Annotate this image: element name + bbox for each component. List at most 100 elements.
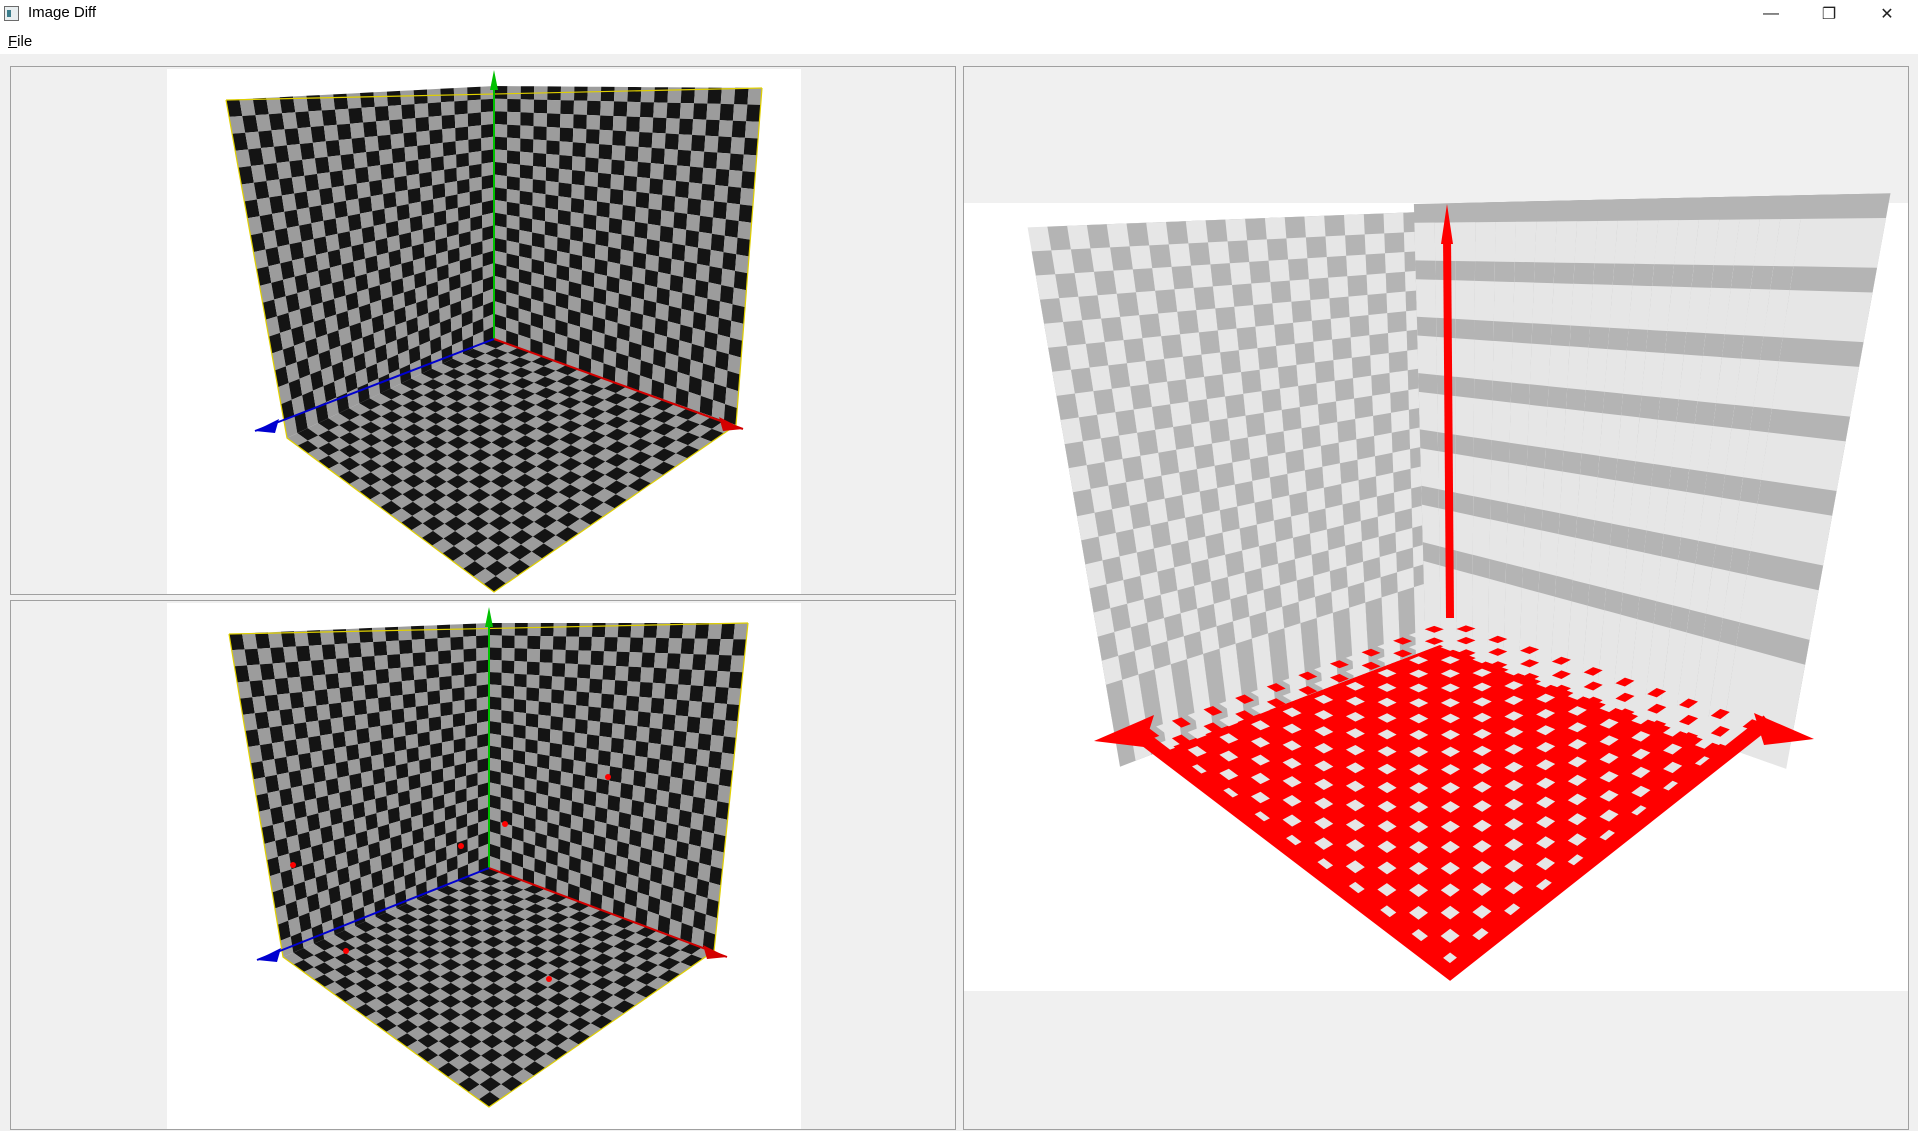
checker-tile xyxy=(506,163,520,178)
checker-tile xyxy=(513,724,526,739)
checker-tile xyxy=(566,623,580,637)
checker-tile xyxy=(349,228,364,247)
checker-tile xyxy=(727,186,742,205)
checker-tile xyxy=(717,655,732,672)
minimize-button[interactable]: — xyxy=(1742,0,1800,28)
checker-tile xyxy=(327,792,342,811)
checker-tile xyxy=(740,187,755,206)
checker-tile xyxy=(336,123,352,140)
checker-tile xyxy=(387,654,401,669)
checker-tile xyxy=(646,238,660,257)
checker-tile xyxy=(716,671,731,688)
checker-tile xyxy=(363,121,378,138)
checker-tile xyxy=(443,154,457,170)
checker-tile xyxy=(730,137,745,155)
checker-tile xyxy=(706,638,721,655)
checker-tile xyxy=(638,132,653,148)
checker-tile xyxy=(598,144,613,160)
checker-tile xyxy=(500,760,513,775)
close-button[interactable]: ✕ xyxy=(1858,0,1916,28)
checker-tile xyxy=(691,796,706,815)
image-b-view[interactable] xyxy=(10,600,956,1130)
checker-tile xyxy=(507,86,521,100)
checker-tile xyxy=(707,623,723,639)
checker-tile xyxy=(283,646,298,663)
checker-tile xyxy=(467,86,481,101)
checker-tile xyxy=(265,774,280,793)
checker-tile xyxy=(279,708,294,726)
checker-tile xyxy=(628,652,643,668)
checker-tile xyxy=(709,249,724,269)
checker-tile xyxy=(525,751,538,767)
checker-tile xyxy=(335,216,350,234)
checker-tile xyxy=(489,635,502,648)
checker-tile xyxy=(264,694,280,712)
checker-tile xyxy=(257,727,272,746)
checker-tile xyxy=(291,707,307,724)
checker-tile xyxy=(254,711,270,730)
checker-tile xyxy=(624,710,639,727)
checker-tile xyxy=(597,187,611,204)
checker-tile xyxy=(652,667,667,684)
checker-tile xyxy=(701,686,716,703)
checker-tile xyxy=(627,666,642,682)
checker-tile xyxy=(442,141,457,157)
checker-tile xyxy=(669,623,684,639)
checker-tile xyxy=(294,722,309,740)
checker-tile xyxy=(582,242,596,259)
checker-tile xyxy=(450,624,464,638)
checker-tile xyxy=(705,119,720,137)
checker-tile xyxy=(666,807,680,826)
checker-tile xyxy=(666,102,681,119)
checker-tile xyxy=(416,130,431,146)
checker-tile xyxy=(361,106,377,123)
checker-tile xyxy=(301,239,316,258)
checker-tile xyxy=(598,158,612,175)
checker-tile xyxy=(290,785,305,804)
checker-tile xyxy=(743,137,759,156)
checker-tile xyxy=(513,711,527,726)
checker-tile xyxy=(501,647,515,661)
checker-tile xyxy=(651,682,666,699)
checker-tile xyxy=(585,748,599,765)
checker-tile xyxy=(400,666,415,682)
checker-tile xyxy=(262,679,278,696)
checker-tile xyxy=(291,175,307,194)
checker-tile xyxy=(433,196,446,213)
checker-tile xyxy=(390,133,405,149)
checker-tile xyxy=(532,205,546,222)
checker-tile xyxy=(564,663,578,678)
checker-tile xyxy=(269,195,285,214)
checker-tile xyxy=(649,178,664,195)
checker-tile xyxy=(688,182,703,200)
checker-tile xyxy=(730,320,744,341)
checker-tile xyxy=(525,738,538,754)
checker-tile xyxy=(411,639,426,654)
checker-tile xyxy=(706,298,720,318)
checker-tile xyxy=(494,149,508,164)
checker-tile xyxy=(659,744,673,762)
checker-tile xyxy=(669,776,683,795)
checker-tile xyxy=(573,114,587,130)
checker-tile xyxy=(514,673,527,688)
checker-tile xyxy=(414,678,428,694)
checker-tile xyxy=(715,801,730,820)
checker-tile xyxy=(433,210,447,227)
checker-tile xyxy=(577,650,592,665)
checker-tile xyxy=(651,850,665,869)
checker-tile xyxy=(393,735,407,752)
checker-tile xyxy=(501,635,515,649)
image-a-view[interactable] xyxy=(10,66,956,595)
checker-tile xyxy=(346,744,360,761)
checker-tile xyxy=(632,251,647,270)
checker-tile xyxy=(609,188,624,205)
checker-tile xyxy=(618,811,632,830)
menu-file[interactable]: File xyxy=(8,33,32,50)
restore-button[interactable]: ❐ xyxy=(1800,0,1858,28)
checker-tile xyxy=(594,258,608,276)
checker-tile xyxy=(308,286,323,306)
checker-tile xyxy=(681,292,695,312)
checker-tile xyxy=(289,692,305,709)
diff-view[interactable] xyxy=(963,66,1909,1130)
checker-tile xyxy=(329,170,345,188)
